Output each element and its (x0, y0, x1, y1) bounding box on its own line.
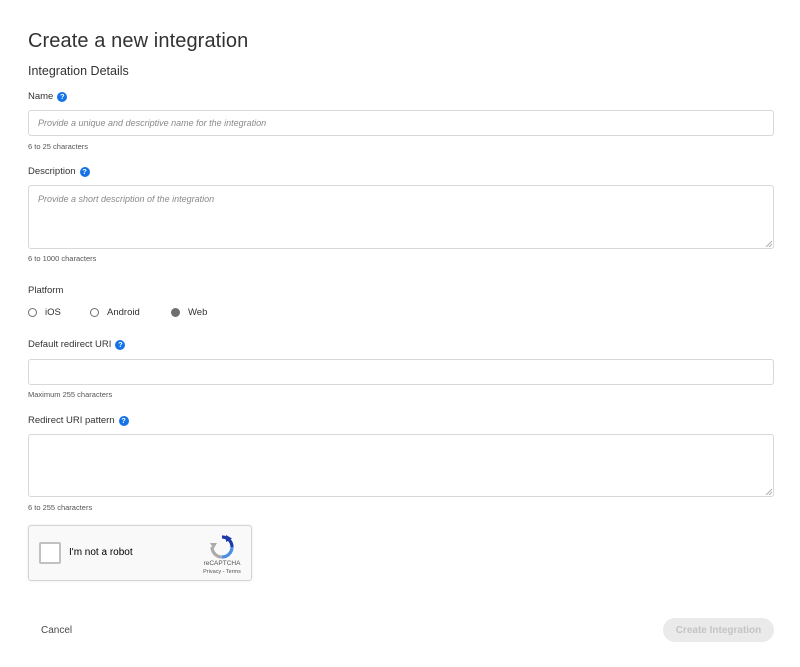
help-icon[interactable]: ? (79, 166, 90, 177)
platform-option-android[interactable]: Android (90, 307, 171, 318)
default-redirect-uri-hint: Maximum 255 characters (28, 390, 113, 399)
help-icon[interactable]: ? (115, 339, 126, 350)
cancel-button[interactable]: Cancel (28, 618, 85, 642)
help-icon[interactable]: ? (57, 91, 68, 102)
recaptcha-widget: I'm not a robot reCAPTCHA Privacy - Term… (28, 525, 252, 581)
create-integration-button[interactable]: Create Integration (663, 618, 774, 642)
redirect-uri-pattern-label: Redirect URI pattern ? (28, 415, 129, 426)
description-label-text: Description (28, 166, 76, 177)
resize-grip-icon[interactable] (765, 240, 772, 247)
radio-circle-selected[interactable] (171, 307, 180, 317)
platform-option-label: Android (107, 306, 140, 318)
name-hint: 6 to 25 characters (28, 142, 89, 151)
platform-label: Platform (28, 285, 63, 296)
recaptcha-checkbox[interactable] (39, 542, 61, 564)
platform-option-label: iOS (45, 306, 61, 318)
page-title: Create a new integration (28, 30, 249, 52)
default-redirect-uri-input[interactable] (28, 359, 774, 385)
default-redirect-uri-label: Default redirect URI ? (28, 339, 126, 350)
default-redirect-uri-label-text: Default redirect URI (28, 339, 112, 350)
platform-label-text: Platform (28, 285, 64, 296)
platform-option-web[interactable]: Web (171, 307, 207, 318)
redirect-uri-pattern-label-text: Redirect URI pattern (28, 415, 115, 426)
recaptcha-brand: reCAPTCHA (203, 560, 241, 567)
platform-radio-group: iOS Android Web (28, 306, 207, 318)
platform-option-label: Web (188, 306, 208, 318)
name-label-text: Name (28, 91, 54, 102)
redirect-uri-pattern-textarea[interactable] (28, 434, 774, 497)
redirect-uri-pattern-hint: 6 to 255 characters (28, 503, 93, 512)
platform-option-ios[interactable]: iOS (28, 307, 90, 318)
radio-circle[interactable] (90, 307, 99, 317)
radio-circle[interactable] (28, 307, 37, 317)
resize-grip-icon[interactable] (765, 488, 772, 495)
description-textarea[interactable] (28, 185, 774, 249)
name-label: Name ? (28, 91, 68, 102)
section-title: Integration Details (28, 64, 129, 78)
recaptcha-logo-icon (210, 535, 234, 559)
description-label: Description ? (28, 166, 90, 177)
recaptcha-label: I'm not a robot (69, 547, 133, 558)
recaptcha-links[interactable]: Privacy - Terms (189, 569, 255, 575)
help-icon[interactable]: ? (118, 415, 129, 426)
description-hint: 6 to 1000 characters (28, 254, 97, 263)
name-input[interactable] (28, 110, 774, 136)
